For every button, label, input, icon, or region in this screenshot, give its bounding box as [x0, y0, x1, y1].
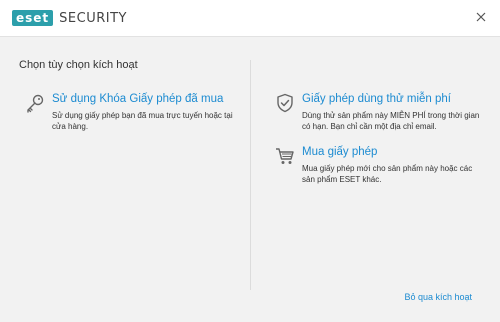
logo-mark: eset — [12, 10, 54, 26]
shopping-cart-icon — [276, 148, 294, 164]
column-divider — [250, 60, 251, 290]
key-icon — [27, 94, 44, 113]
page-heading: Chọn tùy chọn kích hoạt — [19, 59, 138, 71]
buy-license-title[interactable]: Mua giấy phép — [302, 146, 377, 158]
title-bar: eset SECURITY — [0, 0, 500, 37]
close-button[interactable] — [470, 6, 492, 28]
eset-logo: eset SECURITY — [12, 10, 127, 26]
close-icon — [476, 12, 486, 22]
use-license-key-title[interactable]: Sử dụng Khóa Giấy phép đã mua — [52, 93, 223, 105]
use-license-key-description: Sử dụng giấy phép bạn đã mua trực tuyến … — [52, 111, 233, 131]
shield-check-icon — [277, 93, 293, 113]
product-name: SECURITY — [59, 10, 127, 26]
free-trial-title[interactable]: Giấy phép dùng thử miễn phí — [302, 93, 451, 105]
buy-license-description: Mua giấy phép mới cho sản phẩm này hoặc … — [302, 164, 473, 184]
skip-activation-link[interactable]: Bỏ qua kích hoạt — [404, 292, 472, 302]
free-trial-description: Dùng thử sản phẩm này MIỄN PHÍ trong thờ… — [302, 111, 480, 131]
